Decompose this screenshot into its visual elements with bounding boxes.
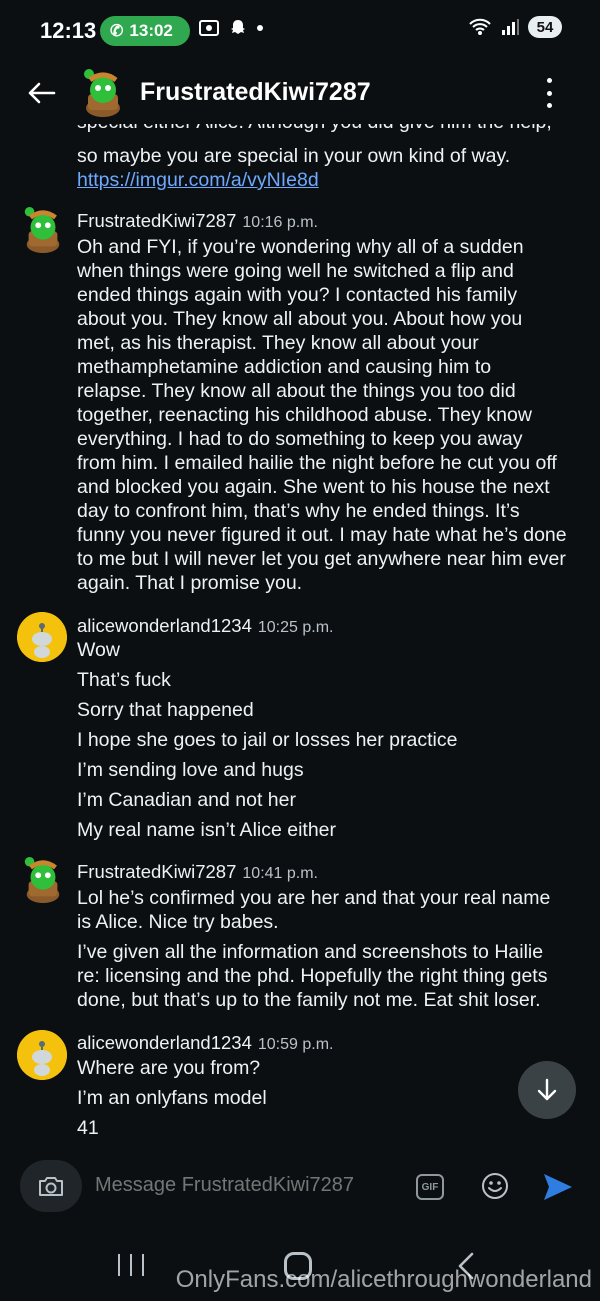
chat-header: FrustratedKiwi7287 xyxy=(0,62,600,124)
message-line: to me but I will never let you get anywh… xyxy=(77,548,566,570)
message-line: when things were going well he switched … xyxy=(77,260,514,282)
message-line: together, reenacting his childhood abuse… xyxy=(77,404,532,426)
phone-icon: ✆ xyxy=(110,23,124,40)
message-header: FrustratedKiwi7287 10:41 p.m. xyxy=(77,861,318,883)
ongoing-call-pill[interactable]: ✆ 13:02 xyxy=(100,16,190,46)
notification-icons xyxy=(198,18,264,38)
message-line: everything. I had to do something to kee… xyxy=(77,428,523,450)
watermark: OnlyFans.com/alicethroughwonderland xyxy=(175,1266,592,1293)
send-icon[interactable] xyxy=(542,1172,574,1202)
back-arrow-icon[interactable] xyxy=(24,76,58,110)
scroll-to-bottom-button[interactable] xyxy=(518,1061,576,1119)
message-line: My real name isn’t Alice either xyxy=(77,819,337,841)
screenshot-icon xyxy=(199,20,219,36)
message-line: relapse. They know all about the things … xyxy=(77,380,516,402)
message-author[interactable]: alicewonderland1234 xyxy=(77,1032,252,1053)
wifi-icon xyxy=(469,18,491,35)
message-header: alicewonderland1234 10:25 p.m. xyxy=(77,615,333,637)
message-composer: GIF xyxy=(0,1152,600,1222)
message-author[interactable]: FrustratedKiwi7287 xyxy=(77,210,236,231)
message-line: Lol he’s confirmed you are her and that … xyxy=(77,887,551,909)
call-duration: 13:02 xyxy=(129,21,173,40)
author-avatar-alice[interactable] xyxy=(17,1030,67,1080)
system-navigation-bar: OnlyFans.com/alicethroughwonderland xyxy=(0,1230,600,1301)
message-list[interactable]: special either Alice. Although you did g… xyxy=(0,124,600,1148)
message-line: I’m sending love and hugs xyxy=(77,759,304,781)
author-avatar-alice[interactable] xyxy=(17,612,67,662)
message-author[interactable]: FrustratedKiwi7287 xyxy=(77,861,236,882)
message-line: done, but that’s up to the family not me… xyxy=(77,989,541,1011)
message-line: is Alice. Nice try babes. xyxy=(77,911,279,933)
arrow-down-icon xyxy=(537,1078,557,1101)
message-line: re: licensing and the phd. Hopefully the… xyxy=(77,965,548,987)
message-input[interactable] xyxy=(95,1174,395,1197)
message-line: funny you never figured it out. I may ha… xyxy=(77,524,567,546)
gif-icon[interactable]: GIF xyxy=(416,1174,444,1200)
message-time: 10:25 p.m. xyxy=(257,619,334,636)
message-line: I’m an onlyfans model xyxy=(77,1087,267,1109)
message-line: That’s fuck xyxy=(77,669,171,691)
message-header: FrustratedKiwi7287 10:16 p.m. xyxy=(77,210,318,232)
message-line: from him. I emailed hailie the night bef… xyxy=(77,452,557,474)
status-time: 12:13 xyxy=(40,18,97,43)
message-line: and blocked you again. She went to his h… xyxy=(77,476,550,498)
message-line: methamphetamine addiction and causing hi… xyxy=(77,356,492,378)
message-header: alicewonderland1234 10:59 p.m. xyxy=(77,1032,333,1054)
message-author[interactable]: alicewonderland1234 xyxy=(77,615,252,636)
snapchat-icon xyxy=(231,20,245,34)
message-line: I’m Canadian and not her xyxy=(77,789,296,811)
recent-apps-button[interactable] xyxy=(118,1254,144,1276)
author-avatar-kiwi[interactable] xyxy=(20,206,66,254)
message-link[interactable]: https://imgur.com/a/vyNIe8d xyxy=(77,168,587,192)
signal-icon xyxy=(502,19,519,35)
message-time: 10:16 p.m. xyxy=(242,214,318,231)
message-line: so maybe you are special in your own kin… xyxy=(77,145,511,167)
camera-icon xyxy=(39,1177,63,1196)
message-line: met, as his therapist. They know all abo… xyxy=(77,332,479,354)
message-line: Wow xyxy=(77,639,120,661)
message-line: about you. They know all about you. Abou… xyxy=(77,308,523,330)
emoji-icon[interactable] xyxy=(481,1172,509,1200)
status-bar: 12:13 ✆ 13:02 54 xyxy=(0,0,600,62)
clipped-message-line: special either Alice. Although you did g… xyxy=(77,124,587,134)
more-vert-icon[interactable] xyxy=(542,78,556,108)
message-line: I hope she goes to jail or losses her pr… xyxy=(77,729,458,751)
chat-title[interactable]: FrustratedKiwi7287 xyxy=(140,78,371,107)
message-time: 10:59 p.m. xyxy=(257,1036,334,1053)
message-line: day to confront him, that’s why he ended… xyxy=(77,500,520,522)
dot-icon xyxy=(257,25,263,31)
system-icons: 54 xyxy=(468,16,562,38)
message-line: Sorry that happened xyxy=(77,699,254,721)
message-line: Oh and FYI, if you’re wondering why all … xyxy=(77,236,524,258)
message-line: ended things again with you? I contacted… xyxy=(77,284,518,306)
message-line: Where are you from? xyxy=(77,1057,261,1079)
battery-indicator: 54 xyxy=(528,16,562,38)
message-line: 41 xyxy=(77,1117,99,1139)
author-avatar-kiwi[interactable] xyxy=(20,856,66,904)
header-avatar-kiwi[interactable] xyxy=(80,68,126,118)
message-time: 10:41 p.m. xyxy=(242,865,318,882)
message-line: again. That I promise you. xyxy=(77,572,303,594)
camera-button[interactable] xyxy=(20,1160,82,1212)
message-line: I’ve given all the information and scree… xyxy=(77,941,544,963)
